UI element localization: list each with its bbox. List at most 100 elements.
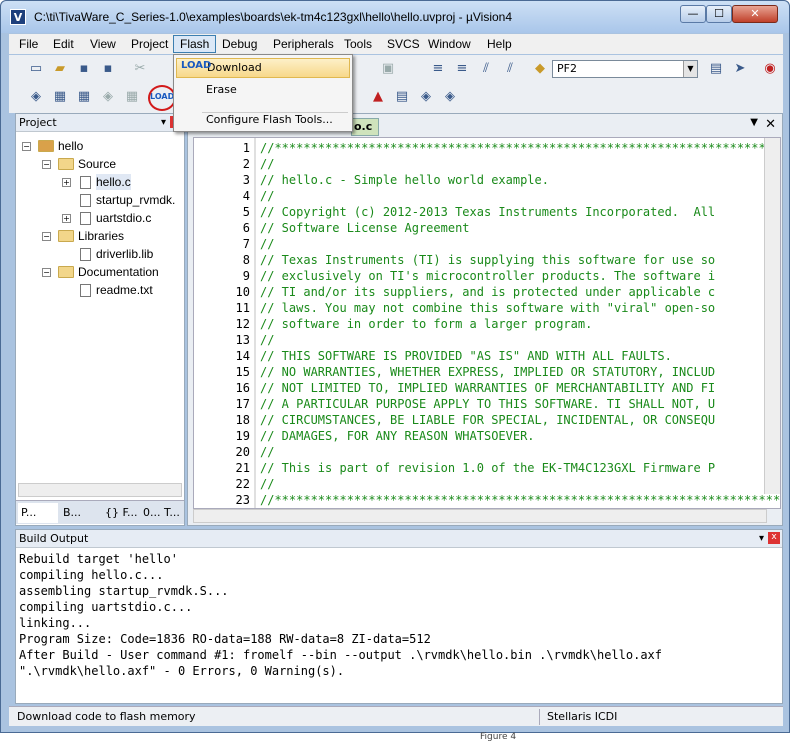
code-line[interactable]: // software in order to form a larger pr… <box>260 316 592 332</box>
close-icon[interactable]: x <box>768 532 780 544</box>
select-target-icon[interactable]: ▲ <box>369 88 387 106</box>
menu-item-erase[interactable]: Erase <box>176 80 350 100</box>
code-line[interactable]: // NO WARRANTIES, WHETHER EXPRESS, IMPLI… <box>260 364 715 380</box>
code-line[interactable]: // THIS SOFTWARE IS PROVIDED "AS IS" AND… <box>260 348 672 364</box>
code-line[interactable]: // NOT LIMITED TO, IMPLIED WARRANTIES OF… <box>260 380 715 396</box>
target-options-icon[interactable]: ◆ <box>531 60 549 78</box>
code-line[interactable]: // Copyright (c) 2012-2013 Texas Instrum… <box>260 204 715 220</box>
stop-build-icon[interactable]: ▦ <box>123 88 141 106</box>
code-line[interactable]: // laws. You may not combine this softwa… <box>260 300 715 316</box>
find-icon[interactable]: ▤ <box>707 60 725 78</box>
tree-item-hello[interactable]: hello <box>58 138 83 154</box>
menu-file[interactable]: File <box>13 35 44 53</box>
debug-session-icon[interactable]: ➤ <box>731 60 749 78</box>
menu-project[interactable]: Project <box>125 35 174 53</box>
pin-icon[interactable]: ▾ <box>759 530 764 548</box>
cut-icon[interactable]: ✂ <box>131 60 149 78</box>
tree-item-source[interactable]: Source <box>78 156 116 172</box>
code-line[interactable]: // hello.c - Simple hello world example. <box>260 172 549 188</box>
build-output-line: compiling uartstdio.c... <box>19 600 193 614</box>
code-line[interactable]: // CIRCUMSTANCES, BE LIABLE FOR SPECIAL,… <box>260 412 715 428</box>
close-button[interactable]: ✕ <box>732 5 778 23</box>
collapse-icon[interactable]: − <box>22 142 31 151</box>
code-line[interactable]: // <box>260 156 274 172</box>
tree-item-driverlib[interactable]: driverlib.lib <box>96 246 153 262</box>
menu-view[interactable]: View <box>84 35 122 53</box>
tab-project[interactable]: P... <box>18 503 58 523</box>
menu-help[interactable]: Help <box>481 35 518 53</box>
menu-item-download-label: Download <box>207 61 262 74</box>
maximize-button[interactable]: ☐ <box>706 5 732 23</box>
tab-hello-c[interactable]: o.c <box>351 118 379 136</box>
menu-window[interactable]: Window <box>422 35 477 53</box>
menu-svcs[interactable]: SVCS <box>381 35 426 53</box>
pin-icon[interactable]: ▾ <box>161 114 166 132</box>
collapse-icon[interactable]: − <box>42 268 51 277</box>
menu-flash[interactable]: Flash <box>173 35 217 53</box>
code-line[interactable]: // TI and/or its suppliers, and is prote… <box>260 284 715 300</box>
code-line[interactable]: // Texas Instruments (TI) is supplying t… <box>260 252 715 268</box>
code-line[interactable]: // <box>260 332 274 348</box>
menu-tools[interactable]: Tools <box>338 35 378 53</box>
code-area[interactable]: 1 2 3 4 5 6 7 8 9 10 11 12 13 14 15 16 17 18 19 20 21 22 23 //… <box>193 137 781 509</box>
menu-edit[interactable]: Edit <box>47 35 80 53</box>
code-line[interactable]: // <box>260 476 274 492</box>
code-line[interactable]: // A PARTICULAR PURPOSE APPLY TO THIS SO… <box>260 396 715 412</box>
expand-icon[interactable]: + <box>62 178 71 187</box>
code-line[interactable]: //**************************************… <box>260 492 780 508</box>
save-icon[interactable]: ▪ <box>75 60 93 78</box>
batch-build-icon[interactable]: ◈ <box>99 88 117 106</box>
tree-item-libraries[interactable]: Libraries <box>78 228 124 244</box>
tree-item-readme[interactable]: readme.txt <box>96 282 153 298</box>
minimize-button[interactable]: — <box>680 5 706 23</box>
expand-icon[interactable]: + <box>62 214 71 223</box>
tree-item-uartstdio[interactable]: uartstdio.c <box>96 210 151 226</box>
code-line[interactable]: // <box>260 188 274 204</box>
title-bar[interactable]: V C:\ti\TivaWare_C_Series-1.0\examples\b… <box>1 1 789 33</box>
tab-list-icon[interactable]: ▼ <box>750 117 758 128</box>
horizontal-scrollbar[interactable] <box>18 483 182 497</box>
tab-functions[interactable]: {} F... <box>102 503 138 523</box>
save-all-icon[interactable]: ▪ <box>99 60 117 78</box>
tree-item-startup[interactable]: startup_rvmdk. <box>96 192 175 208</box>
pack-installer-icon[interactable]: ◈ <box>441 88 459 106</box>
comment-icon[interactable]: ⫽ <box>477 60 495 78</box>
collapse-icon[interactable]: − <box>42 160 51 169</box>
code-line[interactable]: // exclusively on TI's microcontroller p… <box>260 268 715 284</box>
bookmark-icon[interactable]: ▣ <box>379 60 397 78</box>
manage-books-icon[interactable]: ◈ <box>417 88 435 106</box>
code-line[interactable]: //**************************************… <box>260 140 780 156</box>
line-number: 14 <box>235 349 250 363</box>
manage-components-icon[interactable]: ▤ <box>393 88 411 106</box>
code-line[interactable]: // <box>260 444 274 460</box>
code-line[interactable]: // <box>260 236 274 252</box>
indent-icon[interactable]: ≡ <box>429 60 447 78</box>
code-line[interactable]: // DAMAGES, FOR ANY REASON WHATSOEVER. <box>260 428 535 444</box>
tab-templates[interactable]: 0... T... <box>140 503 180 523</box>
target-select[interactable]: PF2 ▼ <box>552 60 698 78</box>
close-editor-icon[interactable]: ✕ <box>765 117 776 132</box>
tab-books[interactable]: B... <box>60 503 81 523</box>
horizontal-scrollbar[interactable] <box>193 509 767 523</box>
tree-item-hello-c[interactable]: hello.c <box>96 174 131 190</box>
rebuild-icon[interactable]: ▦ <box>75 88 93 106</box>
code-line[interactable]: // This is part of revision 1.0 of the E… <box>260 460 715 476</box>
menu-item-download[interactable]: LOAD Download <box>176 58 350 78</box>
unindent-icon[interactable]: ≡ <box>453 60 471 78</box>
open-folder-icon[interactable]: ▰ <box>51 60 69 78</box>
menu-item-configure-flash-tools[interactable]: Configure Flash Tools... <box>176 110 350 130</box>
tree-item-documentation[interactable]: Documentation <box>78 264 159 280</box>
line-number: 20 <box>235 445 250 459</box>
uncomment-icon[interactable]: ⫽ <box>501 60 519 78</box>
search-icon[interactable]: ◉ <box>761 60 779 78</box>
translate-icon[interactable]: ◈ <box>27 88 45 106</box>
new-file-icon[interactable]: ▭ <box>27 60 45 78</box>
menu-bar: File Edit View Project Flash Debug Perip… <box>9 34 783 54</box>
code-line[interactable]: // Software License Agreement <box>260 220 470 236</box>
build-icon[interactable]: ▦ <box>51 88 69 106</box>
menu-peripherals[interactable]: Peripherals <box>267 35 340 53</box>
collapse-icon[interactable]: − <box>42 232 51 241</box>
chevron-down-icon[interactable]: ▼ <box>683 61 697 77</box>
vertical-scrollbar[interactable] <box>764 138 780 494</box>
menu-debug[interactable]: Debug <box>216 35 263 53</box>
